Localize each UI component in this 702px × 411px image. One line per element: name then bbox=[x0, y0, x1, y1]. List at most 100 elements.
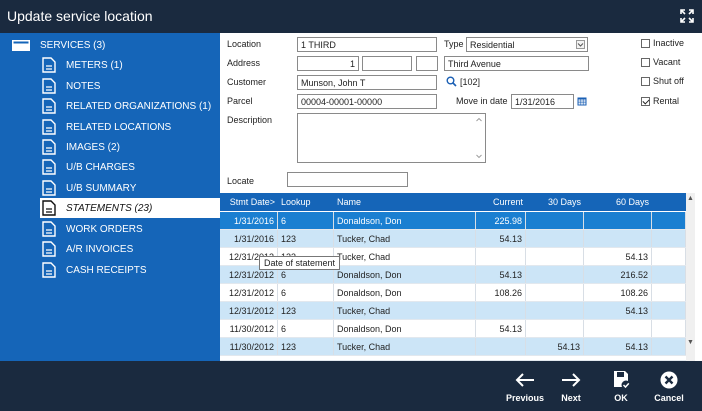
document-icon bbox=[42, 262, 56, 278]
sidebar-item-label: WORK ORDERS bbox=[66, 223, 143, 235]
column-header-name[interactable]: Name bbox=[334, 193, 476, 211]
sidebar-item-cash-receipts[interactable]: CASH RECEIPTS bbox=[42, 260, 212, 280]
cell-current: 108.26 bbox=[476, 284, 526, 301]
column-header-60-days[interactable]: 60 Days bbox=[584, 193, 652, 211]
checkbox-label: Rental bbox=[653, 96, 680, 106]
move-in-date-input[interactable]: 1/31/2016 bbox=[511, 94, 574, 109]
document-icon bbox=[42, 221, 56, 237]
location-form: Location 1 THIRD Type Residential Addres… bbox=[220, 33, 702, 193]
cell-lookup: 6 bbox=[278, 320, 334, 337]
table-row[interactable]: 12/31/2012 6 Donaldson, Don 108.26 108.2… bbox=[220, 284, 686, 302]
scroll-down-icon[interactable]: ▼ bbox=[686, 337, 695, 349]
sidebar-item-meters[interactable]: METERS (1) bbox=[42, 55, 212, 75]
cell-60-days bbox=[584, 212, 652, 229]
cell-extra bbox=[652, 266, 686, 283]
sidebar-item-label: SERVICES (3) bbox=[40, 39, 106, 51]
cell-60-days: 54.13 bbox=[584, 338, 652, 355]
document-icon bbox=[42, 98, 56, 114]
cell-date: 11/30/2012 bbox=[220, 338, 278, 355]
cell-60-days: 216.52 bbox=[584, 266, 652, 283]
address-direction-input[interactable] bbox=[416, 56, 438, 71]
table-row[interactable]: 12/31/2012 123 Tucker, Chad 54.13 bbox=[220, 302, 686, 320]
location-input[interactable]: 1 THIRD bbox=[297, 37, 437, 52]
sidebar-item-work-orders[interactable]: WORK ORDERS bbox=[42, 219, 212, 239]
sidebar-item-ub-charges[interactable]: U/B CHARGES bbox=[42, 157, 212, 177]
cell-current: 54.13 bbox=[476, 266, 526, 283]
chevron-down-icon bbox=[576, 40, 585, 49]
scroll-up-icon[interactable]: ▲ bbox=[686, 193, 695, 205]
textarea-scrollbar[interactable] bbox=[475, 116, 483, 160]
table-row[interactable]: 11/30/2012 123 Tucker, Chad 54.13 54.13 bbox=[220, 338, 686, 356]
table-row[interactable]: 11/30/2012 6 Donaldson, Don 54.13 bbox=[220, 320, 686, 338]
cell-60-days bbox=[584, 320, 652, 337]
cancel-button[interactable]: Cancel bbox=[646, 361, 692, 411]
grid-scrollbar[interactable]: ▲ ▼ bbox=[686, 193, 695, 361]
cell-lookup: 6 bbox=[278, 284, 334, 301]
type-select[interactable]: Residential bbox=[466, 37, 588, 52]
sidebar-item-ub-summary[interactable]: U/B SUMMARY bbox=[42, 178, 212, 198]
cell-extra bbox=[652, 284, 686, 301]
sidebar-item-label: A/R INVOICES bbox=[66, 243, 134, 255]
cell-name: Donaldson, Don bbox=[334, 212, 476, 229]
folder-list-icon bbox=[12, 39, 30, 51]
document-icon bbox=[42, 159, 56, 175]
rental-checkbox[interactable]: Rental bbox=[641, 96, 679, 106]
sidebar-item-related-locations[interactable]: RELATED LOCATIONS bbox=[42, 117, 212, 137]
cell-lookup: 123 bbox=[278, 302, 334, 319]
sidebar-item-related-organizations[interactable]: RELATED ORGANIZATIONS (1) bbox=[42, 96, 217, 116]
cell-name: Tucker, Chad bbox=[334, 302, 476, 319]
cell-lookup: 6 bbox=[278, 212, 334, 229]
description-textarea[interactable] bbox=[297, 113, 486, 163]
cell-date: 12/31/2012 bbox=[220, 284, 278, 301]
cell-extra bbox=[652, 320, 686, 337]
sidebar-item-notes[interactable]: NOTES bbox=[42, 76, 212, 96]
sidebar-item-services[interactable]: SERVICES (3) bbox=[12, 35, 212, 55]
sidebar-item-images[interactable]: IMAGES (2) bbox=[42, 137, 212, 157]
cell-30-days: 54.13 bbox=[526, 338, 584, 355]
table-row[interactable]: 1/31/2016 123 Tucker, Chad 54.13 bbox=[220, 230, 686, 248]
address-street-input[interactable]: Third Avenue bbox=[444, 56, 589, 71]
locate-label: Locate bbox=[227, 176, 255, 186]
sidebar-item-ar-invoices[interactable]: A/R INVOICES bbox=[42, 239, 212, 259]
column-header-current[interactable]: Current bbox=[476, 193, 526, 211]
cell-30-days bbox=[526, 302, 584, 319]
document-icon bbox=[42, 180, 56, 196]
sidebar-item-label: RELATED LOCATIONS bbox=[66, 121, 172, 133]
document-icon bbox=[42, 119, 56, 135]
table-row[interactable]: 1/31/2016 6 Donaldson, Don 225.98 bbox=[220, 212, 686, 230]
vacant-checkbox[interactable]: Vacant bbox=[641, 57, 680, 67]
footer-toolbar: Previous Next OK Cancel bbox=[0, 361, 702, 411]
sidebar-item-label: CASH RECEIPTS bbox=[66, 264, 147, 276]
customer-input[interactable]: Munson, John T bbox=[297, 75, 437, 90]
expand-icon[interactable] bbox=[680, 9, 694, 23]
statements-grid: Stmt Date> Lookup Name Current 30 Days 6… bbox=[220, 193, 695, 361]
calendar-icon[interactable] bbox=[577, 96, 587, 106]
locate-input[interactable] bbox=[287, 172, 408, 187]
inactive-checkbox[interactable]: Inactive bbox=[641, 38, 684, 48]
column-header-lookup[interactable]: Lookup bbox=[278, 193, 334, 211]
move-in-label: Move in date bbox=[456, 96, 508, 106]
address-prefix-input[interactable] bbox=[362, 56, 412, 71]
column-header-stmt-date[interactable]: Stmt Date> bbox=[220, 193, 278, 211]
shut-off-checkbox[interactable]: Shut off bbox=[641, 76, 684, 86]
cancel-label: Cancel bbox=[654, 393, 684, 403]
parcel-input[interactable]: 00004-00001-00000 bbox=[297, 94, 437, 109]
column-header-30-days[interactable]: 30 Days bbox=[526, 193, 584, 211]
customer-label: Customer bbox=[227, 77, 267, 87]
checkbox-label: Inactive bbox=[653, 38, 685, 48]
title-bar: Update service location bbox=[0, 0, 702, 33]
next-button[interactable]: Next bbox=[548, 361, 594, 411]
address-number-input[interactable]: 1 bbox=[297, 56, 359, 71]
ok-button[interactable]: OK bbox=[598, 361, 644, 411]
type-selected-value: Residential bbox=[470, 40, 515, 50]
arrow-left-icon bbox=[515, 373, 534, 387]
cell-date: 11/30/2012 bbox=[220, 320, 278, 337]
previous-button[interactable]: Previous bbox=[502, 361, 548, 411]
cell-date: 12/31/2012 bbox=[220, 302, 278, 319]
cell-lookup: 123 bbox=[278, 230, 334, 247]
search-icon[interactable] bbox=[446, 76, 457, 87]
cell-30-days bbox=[526, 284, 584, 301]
customer-id-link[interactable]: [102] bbox=[460, 77, 480, 87]
cell-60-days: 108.26 bbox=[584, 284, 652, 301]
sidebar-item-statements[interactable]: STATEMENTS (23) bbox=[40, 198, 220, 218]
